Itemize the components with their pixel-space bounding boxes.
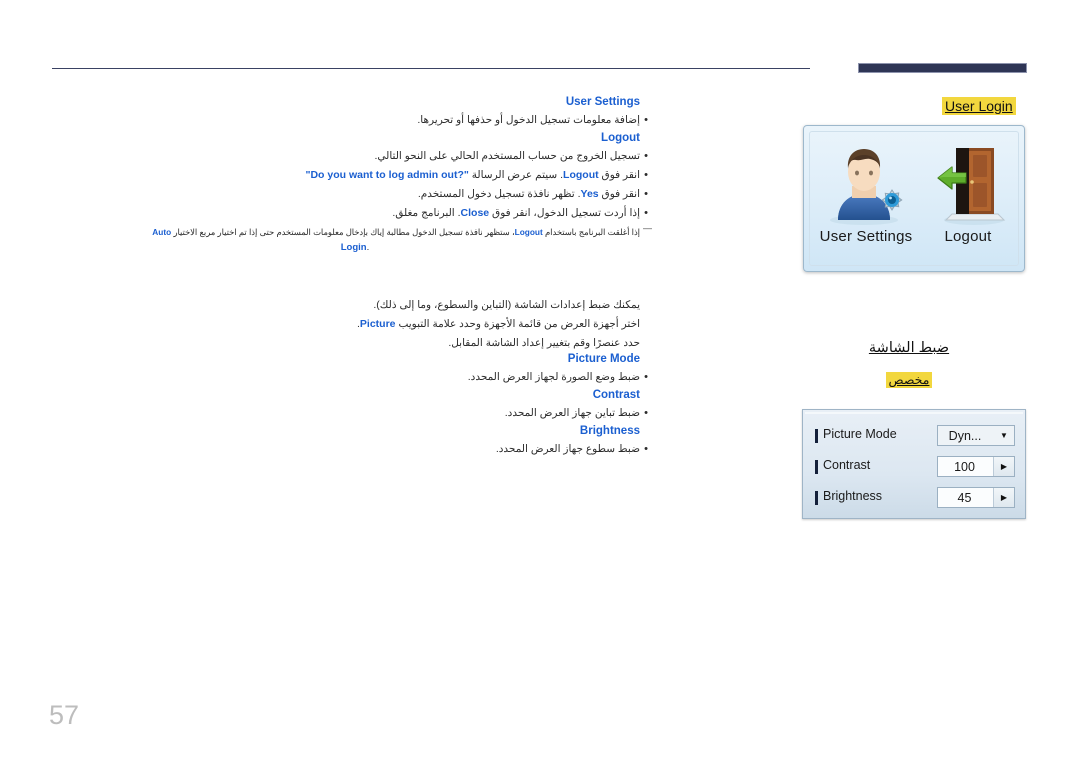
picture-mode-dropdown[interactable]: Dyn... ▼ <box>937 425 1015 446</box>
list-item: • انقر فوق Logout. سيتم عرض الرسالة "Do … <box>40 166 647 185</box>
emphasis-login: Login <box>340 242 367 253</box>
list-item-text: ضبط تباين جهاز العرض المحدد. <box>504 407 640 419</box>
list-item-text-mid: . تظهر نافذة تسجيل دخول المستخدم. <box>417 188 581 200</box>
chevron-down-icon[interactable]: ▼ <box>994 426 1014 445</box>
list-item: • إذا أردت تسجيل الدخول، انقر فوق Close.… <box>40 204 648 223</box>
page-number: 57 <box>49 700 80 730</box>
tile-logout[interactable]: Logout <box>916 140 1020 264</box>
section-heading-brightness: Brightness <box>579 425 640 437</box>
bullet-dot-icon: • <box>644 188 648 200</box>
header-rule <box>52 68 810 69</box>
list-item-text: انقر فوق <box>598 169 640 181</box>
contrast-value: 100 <box>954 459 975 474</box>
logout-door-icon <box>916 140 1020 228</box>
chevron-right-icon[interactable]: ▶ <box>993 457 1014 476</box>
bullet-list-contrast: • ضبط تباين جهاز العرض المحدد. <box>40 404 648 423</box>
panel-label-brightness: Brightness <box>823 489 883 503</box>
section-heading-user-settings: User Settings <box>565 96 640 108</box>
note-text: إذا أغلقت البرنامج باستخدام <box>542 227 640 237</box>
bullet-list-logout: • تسجيل الخروج من حساب المستخدم الحالي ع… <box>40 147 648 223</box>
row-tick-icon <box>815 491 818 505</box>
header-accent-bar <box>858 63 1027 73</box>
note-text-mid: ، ستظهر نافذة تسجيل الدخول مطالبة إياك ب… <box>171 227 515 237</box>
user-settings-icon-svg <box>830 149 903 225</box>
list-item: • انقر فوق Yes. تظهر نافذة تسجيل دخول ال… <box>40 185 648 204</box>
emphasis-picture-tab: Picture <box>359 318 396 330</box>
picture-settings-panel: Picture Mode Dyn... ▼ Contrast 100 ▶ Bri… <box>802 409 1026 519</box>
list-item-text: إذا أردت تسجيل الدخول، انقر فوق <box>489 207 640 219</box>
panel-row-picture-mode: Picture Mode Dyn... ▼ <box>815 424 1015 450</box>
bullet-dot-icon: • <box>644 169 648 181</box>
chevron-right-icon[interactable]: ▶ <box>993 488 1014 507</box>
user-login-caption-text: User Login <box>942 97 1016 115</box>
emphasis-dialog-message: "Do you want to log admin out?" <box>305 169 469 181</box>
list-item: • إضافة معلومات تسجيل الدخول أو حذفها أو… <box>40 111 648 130</box>
bullet-list-user-settings: • إضافة معلومات تسجيل الدخول أو حذفها أو… <box>40 111 648 130</box>
content-column: User Settings • إضافة معلومات تسجيل الدخ… <box>40 96 652 461</box>
list-item-text: تسجيل الخروج من حساب المستخدم الحالي على… <box>374 150 640 162</box>
list-item-text-mid: . سيتم عرض الرسالة <box>468 169 564 181</box>
section-heading-contrast: Contrast <box>592 389 640 401</box>
panel-row-contrast: Contrast 100 ▶ <box>815 455 1015 481</box>
list-item-text: ضبط سطوع جهاز العرض المحدد. <box>495 443 640 455</box>
row-tick-icon <box>815 460 818 474</box>
panel-label-contrast: Contrast <box>823 458 871 472</box>
tile-label-logout: Logout <box>944 228 992 245</box>
panel-label-picture-mode: Picture Mode <box>823 427 897 441</box>
section-heading-logout: Logout <box>601 132 640 144</box>
logout-door-icon-svg <box>937 148 1006 225</box>
user-settings-icon <box>814 140 918 228</box>
tile-label-user-settings: User Settings <box>819 228 913 245</box>
list-item: • ضبط سطوع جهاز العرض المحدد. <box>40 440 648 459</box>
note-row: ― إذا أغلقت البرنامج باستخدام Logout، ستظ… <box>40 223 652 240</box>
bullet-dot-icon: • <box>644 150 648 162</box>
user-login-screenshot: User Settings Logout <box>803 125 1025 272</box>
list-item: • ضبط وضع الصورة لجهاز العرض المحدد. <box>40 368 648 387</box>
picture-intro-paragraph-1: يمكنك ضبط إعدادات الشاشة (التباين والسطو… <box>373 299 640 311</box>
section-heading-picture-mode: Picture Mode <box>567 353 640 365</box>
emphasis-logout-note: Logout <box>514 227 543 237</box>
picture-paragraph-pre: اختر أجهزة العرض من قائمة الأجهزة وحدد ع… <box>395 318 640 330</box>
emphasis-logout: Logout <box>563 169 599 181</box>
note-tail-period: . <box>366 242 370 253</box>
emphasis-auto: Auto <box>152 227 172 237</box>
user-login-caption: User Login <box>942 97 1016 115</box>
panel-sheen <box>805 412 1023 414</box>
list-item: • تسجيل الخروج من حساب المستخدم الحالي ع… <box>40 147 647 166</box>
screen-adjust-heading-text: ضبط الشاشة <box>868 340 950 356</box>
contrast-stepper[interactable]: 100 ▶ <box>937 456 1015 477</box>
bullet-dot-icon: • <box>644 114 648 126</box>
tile-user-settings[interactable]: User Settings <box>814 140 918 264</box>
brightness-stepper[interactable]: 45 ▶ <box>937 487 1015 508</box>
list-item-text: ضبط وضع الصورة لجهاز العرض المحدد. <box>467 371 640 383</box>
picture-intro-paragraph-3: حدد عنصرًا وقم بتغيير إعداد الشاشة المقا… <box>448 337 640 349</box>
panel-row-brightness: Brightness 45 ▶ <box>815 486 1015 512</box>
brightness-value: 45 <box>957 490 972 505</box>
bullet-list-brightness: • ضبط سطوع جهاز العرض المحدد. <box>40 440 648 459</box>
list-item: • ضبط تباين جهاز العرض المحدد. <box>40 404 648 423</box>
picture-mode-value: Dyn... <box>948 428 982 443</box>
list-item-text-mid: . البرنامج مغلق. <box>392 207 461 219</box>
emphasis-yes: Yes <box>580 188 599 200</box>
bullet-dot-icon: • <box>644 371 648 383</box>
screen-adjust-subheading: مخصص <box>790 372 1028 388</box>
screen-adjust-heading: ضبط الشاشة <box>790 340 1028 356</box>
bullet-dot-icon: • <box>644 443 648 455</box>
list-item-text: انقر فوق <box>598 188 640 200</box>
note-dash-icon: ― <box>643 223 652 233</box>
emphasis-close: Close <box>460 207 490 219</box>
bullet-dot-icon: • <box>644 407 648 419</box>
screen-adjust-subheading-text: مخصص <box>885 372 933 388</box>
note-tail: .Login <box>40 240 640 256</box>
row-tick-icon <box>815 429 818 443</box>
list-item-text: إضافة معلومات تسجيل الدخول أو حذفها أو ت… <box>417 114 640 126</box>
picture-intro-paragraph-2: اختر أجهزة العرض من قائمة الأجهزة وحدد ع… <box>40 315 640 334</box>
bullet-list-picture-mode: • ضبط وضع الصورة لجهاز العرض المحدد. <box>40 368 648 387</box>
